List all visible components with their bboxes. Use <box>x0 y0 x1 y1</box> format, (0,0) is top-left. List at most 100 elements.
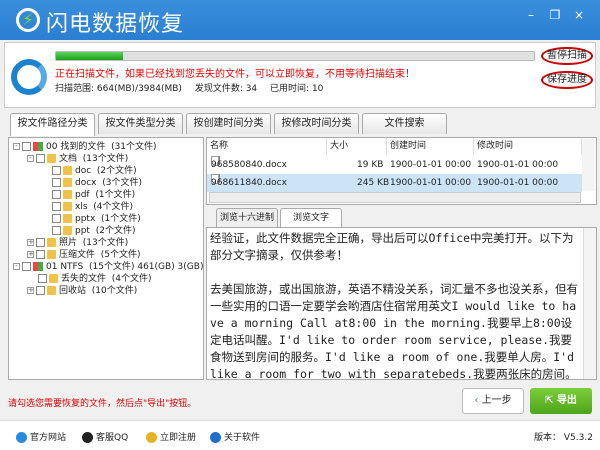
tab-by-created[interactable]: 按创建时间分类 <box>186 113 271 134</box>
vertical-scrollbar[interactable] <box>582 139 595 191</box>
tree-checkbox[interactable] <box>52 166 61 175</box>
expand-icon[interactable]: + <box>27 251 34 258</box>
tree-checkbox[interactable] <box>36 154 45 163</box>
tree-node[interactable]: doc (2个文件) <box>41 165 137 177</box>
key-icon <box>146 432 157 443</box>
preview-line: 经验证，此文件数据完全正确，导出后可以Office中完美打开。以下为部分文字摘录… <box>210 231 574 262</box>
node-label: pptx <box>75 214 96 224</box>
tree-node[interactable]: 丢失的文件 (4个文件) <box>27 273 152 285</box>
back-label: 上一步 <box>481 395 512 406</box>
tree-checkbox[interactable] <box>52 202 61 211</box>
save-progress-button[interactable]: 保存进度 <box>541 71 593 89</box>
progress-fill <box>56 52 123 60</box>
tree-checkbox[interactable] <box>38 274 47 283</box>
file-modified: 1900-01-01 00:00 <box>477 178 559 188</box>
tree-checkbox[interactable] <box>36 286 45 295</box>
minimize-button[interactable]: – <box>520 6 542 24</box>
file-size: 245 KB <box>357 178 390 188</box>
official-site-link[interactable]: 官方网站 <box>16 430 66 443</box>
ie-icon <box>16 432 27 443</box>
node-label: 回收站 <box>59 286 87 296</box>
folder-icon <box>47 286 56 295</box>
collapse-icon[interactable]: - <box>13 143 20 150</box>
tab-by-modified[interactable]: 按修改时间分类 <box>274 113 359 134</box>
tab-text-preview[interactable]: 浏览文字 <box>280 208 342 227</box>
tree-checkbox[interactable] <box>36 250 45 259</box>
tree-node[interactable]: + 压缩文件 (5个文件) <box>27 249 141 261</box>
close-button[interactable]: × <box>568 6 590 24</box>
scan-progress-bar <box>55 51 535 61</box>
collapse-icon[interactable]: - <box>27 155 34 162</box>
title-bar: ⚡ 闪电数据恢复 – ❐ × <box>0 0 600 40</box>
tree-checkbox[interactable] <box>36 238 45 247</box>
tree-node[interactable]: ppt (2个文件) <box>41 225 135 237</box>
node-label: 01 NTFS <box>46 262 84 272</box>
preview-blank-line <box>210 264 580 281</box>
tree-checkbox[interactable] <box>52 214 61 223</box>
tab-by-type[interactable]: 按文件类型分类 <box>98 113 183 134</box>
found-count: 发现文件数: 34 <box>194 84 258 94</box>
support-qq-link[interactable]: 客服QQ <box>82 430 128 443</box>
link-label: 官方网站 <box>30 433 67 443</box>
preview-scrollbar[interactable] <box>583 228 596 379</box>
tree-node[interactable]: - 00 找到的文件 (31个文件) <box>13 141 157 153</box>
node-count: (4个文件) <box>93 202 133 212</box>
pause-scan-button[interactable]: 暂停扫描 <box>541 47 593 65</box>
version-label: 版本： V5.3.2 <box>534 433 593 443</box>
tree-checkbox[interactable] <box>22 262 31 271</box>
node-count: (13个文件) <box>82 154 129 164</box>
tree-checkbox[interactable] <box>52 190 61 199</box>
qq-icon <box>82 432 93 443</box>
tree-node[interactable]: + 回收站 (10个文件) <box>27 285 137 297</box>
horizontal-scrollbar[interactable] <box>209 192 581 203</box>
tree-checkbox[interactable] <box>52 226 61 235</box>
export-label: 导出 <box>556 395 577 406</box>
register-link[interactable]: 立即注册 <box>146 430 196 443</box>
node-count: (31个文件) <box>111 142 157 152</box>
restore-button[interactable]: ❐ <box>544 6 566 24</box>
folder-icon <box>47 154 56 163</box>
file-created: 1900-01-01 00:00 <box>390 178 472 188</box>
tree-checkbox[interactable] <box>22 142 31 151</box>
node-label: 文档 <box>59 154 78 164</box>
tree-node[interactable]: xls (4个文件) <box>41 201 133 213</box>
node-label: pdf <box>75 190 90 200</box>
tree-checkbox[interactable] <box>52 178 61 187</box>
expand-icon[interactable]: + <box>27 239 34 246</box>
node-count: (1个文件) <box>95 190 136 200</box>
tree-node[interactable]: pdf (1个文件) <box>41 189 135 201</box>
tree-node[interactable]: + 照片 (13个文件) <box>27 237 128 249</box>
folder-icon <box>49 274 58 283</box>
expand-icon[interactable]: + <box>27 287 34 294</box>
column-name[interactable]: 名称 <box>207 138 327 155</box>
tree-node[interactable]: - 文档 (13个文件) <box>27 153 128 165</box>
back-button[interactable]: ‹ 上一步 <box>462 388 524 414</box>
node-label: doc <box>75 166 92 176</box>
file-row[interactable]: 968611840.docx 245 KB 1900-01-01 00:00 1… <box>207 174 582 192</box>
tab-hex-preview[interactable]: 浏览十六进制 <box>216 208 278 227</box>
column-size[interactable]: 大小 <box>327 138 387 155</box>
tree-node[interactable]: docx (3个文件) <box>41 177 142 189</box>
text-preview: 经验证，此文件数据完全正确，导出后可以Office中完美打开。以下为部分文字摘录… <box>206 227 597 380</box>
export-button[interactable]: ⇱ 导出 <box>530 388 592 414</box>
column-modified[interactable]: 修改时间 <box>474 138 582 155</box>
tab-by-path[interactable]: 按文件路径分类 <box>10 113 95 136</box>
export-icon: ⇱ <box>545 395 557 406</box>
folder-icon <box>63 166 72 175</box>
tab-file-search[interactable]: 文件搜索 <box>362 113 447 134</box>
file-name: 968611840.docx <box>211 178 287 188</box>
node-label: ppt <box>75 226 90 236</box>
link-label: 客服QQ <box>96 433 129 443</box>
node-label: docx <box>75 178 97 188</box>
scan-panel: 正在扫描文件，如果已经找到您丢失的文件，可以立即恢复，不用等待扫描结束！ 扫描范… <box>4 42 596 108</box>
node-label: xls <box>75 202 88 212</box>
collapse-icon[interactable]: - <box>13 263 20 270</box>
file-row[interactable]: 968580840.docx 19 KB 1900-01-01 00:00 19… <box>207 156 582 174</box>
scan-stats: 扫描范围: 664(MB)/3984(MB) 发现文件数: 34 已用时间: 1… <box>55 81 333 94</box>
column-created[interactable]: 创建时间 <box>387 138 474 155</box>
tree-node[interactable]: - 01 NTFS (15个文件) 461(GB) 3(GB) <box>13 261 203 273</box>
tree-node[interactable]: pptx (1个文件) <box>41 213 141 225</box>
folder-tree: -00 找到的文件 (31个文件) - 文档 (13个文件) doc (2个文件) do… <box>8 137 204 380</box>
folder-icon <box>63 202 72 211</box>
about-link[interactable]: 关于软件 <box>210 430 260 443</box>
